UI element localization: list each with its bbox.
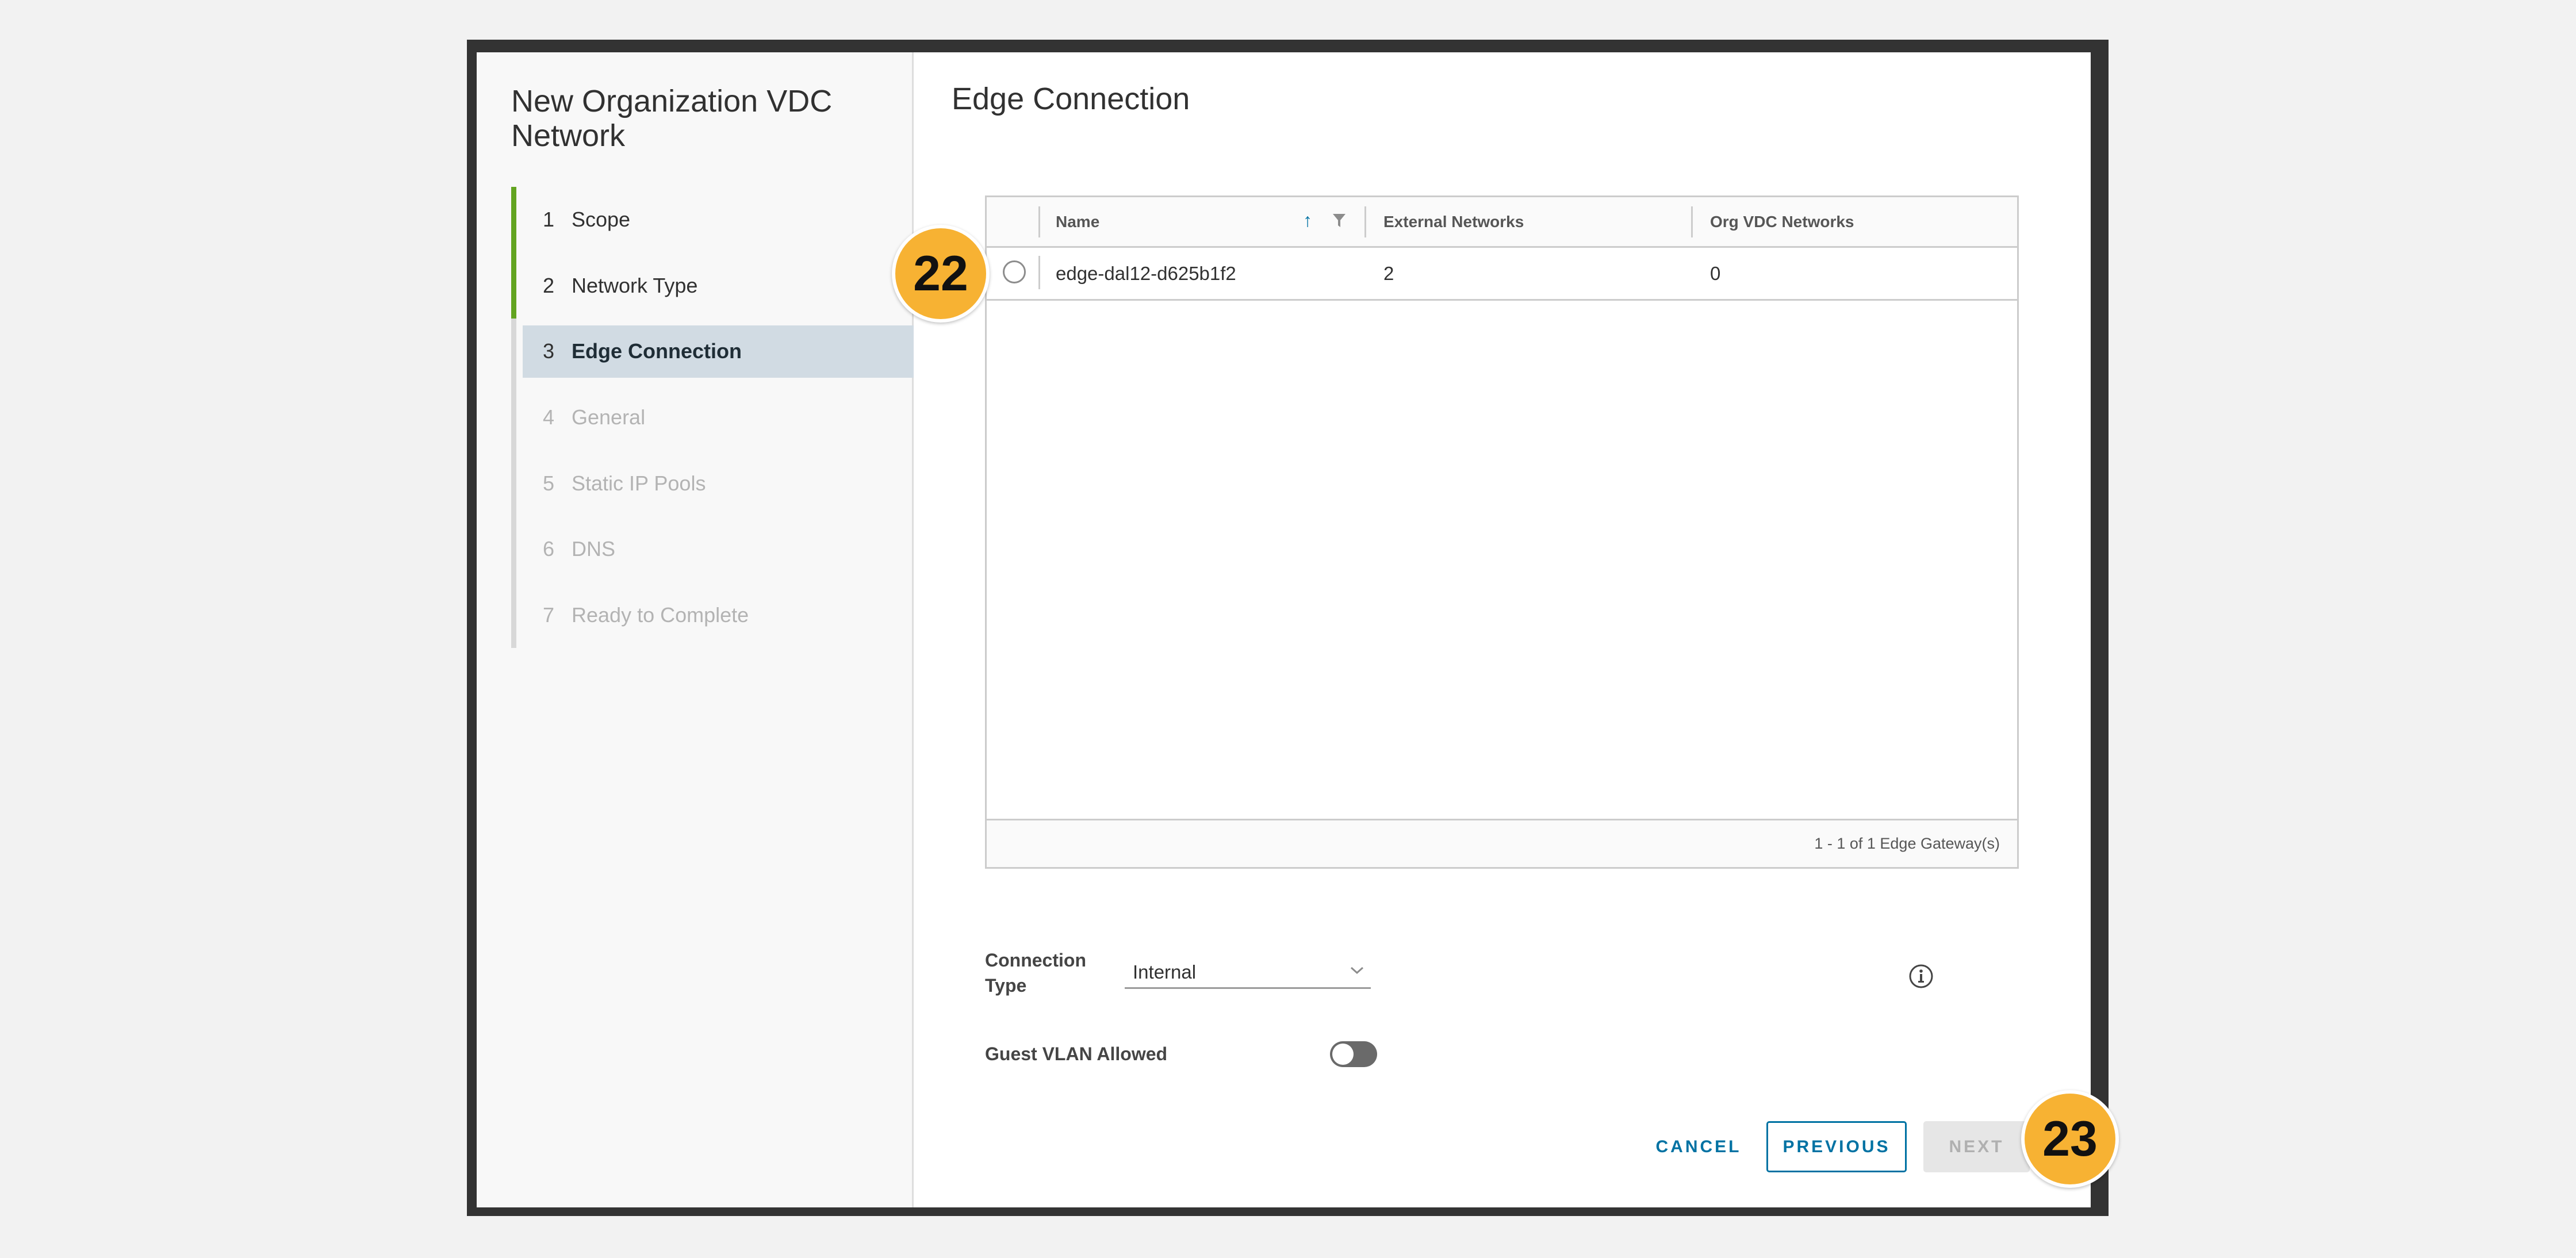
step-label: Edge Connection bbox=[572, 339, 742, 363]
step-progress-bar bbox=[511, 450, 516, 516]
step-number: 1 bbox=[543, 208, 555, 232]
step-number: 2 bbox=[543, 273, 555, 297]
datagrid-header: Name ↑ External Networks Org VDC Network… bbox=[987, 197, 2017, 248]
step-label: Ready to Complete bbox=[572, 603, 749, 627]
wizard-title: New Organization VDC Network bbox=[511, 84, 833, 153]
step-number: 4 bbox=[543, 405, 555, 429]
guest-vlan-label: Guest VLAN Allowed bbox=[985, 1044, 1168, 1064]
connection-type-value: Internal bbox=[1133, 961, 1197, 983]
edge-gateway-datagrid: Name ↑ External Networks Org VDC Network… bbox=[985, 195, 2019, 869]
cell-org-vdc-networks: 0 bbox=[1710, 262, 1721, 284]
info-icon[interactable] bbox=[1908, 963, 1934, 989]
step-progress-bar bbox=[511, 319, 516, 385]
table-row[interactable]: edge-dal12-d625b1f2 2 0 bbox=[987, 248, 2017, 301]
datagrid-footer: 1 - 1 of 1 Edge Gateway(s) bbox=[987, 819, 2017, 867]
step-general: 4 General bbox=[511, 384, 914, 451]
step-label: Static IP Pools bbox=[572, 471, 706, 495]
callout-badge-23: 23 bbox=[2021, 1090, 2119, 1188]
cell-name: edge-dal12-d625b1f2 bbox=[1056, 262, 1236, 284]
row-select-radio[interactable] bbox=[1003, 260, 1026, 283]
callout-badge-22: 22 bbox=[892, 225, 990, 323]
wizard-steps: 1 Scope 2 Network Type 3 Edge Connection… bbox=[511, 187, 914, 649]
step-progress-bar bbox=[511, 516, 516, 582]
step-number: 5 bbox=[543, 471, 555, 495]
column-header-external-networks[interactable]: External Networks bbox=[1383, 197, 1524, 246]
next-button[interactable]: NEXT bbox=[1923, 1121, 2030, 1172]
previous-button[interactable]: PREVIOUS bbox=[1766, 1121, 1907, 1172]
step-ready-to-complete: 7 Ready to Complete bbox=[511, 582, 914, 649]
connection-type-select[interactable]: Internal bbox=[1125, 957, 1371, 989]
connection-type-label-line2: Type bbox=[985, 975, 1027, 996]
column-header-org-vdc-networks[interactable]: Org VDC Networks bbox=[1710, 197, 1854, 246]
connection-type-label: Connection Type bbox=[985, 948, 1086, 998]
toggle-knob bbox=[1332, 1044, 1354, 1065]
step-dns: 6 DNS bbox=[511, 516, 914, 582]
step-static-ip-pools: 5 Static IP Pools bbox=[511, 450, 914, 516]
guest-vlan-toggle[interactable] bbox=[1330, 1041, 1377, 1067]
step-progress-bar bbox=[511, 187, 516, 253]
new-network-wizard-modal: New Organization VDC Network 1 Scope 2 N… bbox=[477, 52, 2091, 1207]
column-header-name[interactable]: Name bbox=[1056, 197, 1099, 246]
step-number: 3 bbox=[543, 339, 555, 363]
step-network-type[interactable]: 2 Network Type bbox=[511, 252, 914, 319]
page-title: Edge Connection bbox=[952, 82, 1190, 116]
column-separator bbox=[1038, 206, 1040, 237]
step-progress-bar bbox=[511, 384, 516, 451]
filter-icon[interactable] bbox=[1332, 212, 1347, 229]
cell-external-networks: 2 bbox=[1383, 262, 1394, 284]
sort-ascending-icon[interactable]: ↑ bbox=[1303, 210, 1312, 231]
step-edge-connection[interactable]: 3 Edge Connection bbox=[511, 319, 914, 385]
step-label: General bbox=[572, 405, 646, 429]
step-progress-bar bbox=[511, 252, 516, 319]
connection-type-label-line1: Connection bbox=[985, 950, 1086, 971]
step-scope[interactable]: 1 Scope bbox=[511, 187, 914, 253]
column-separator bbox=[1038, 256, 1040, 289]
step-progress-bar bbox=[511, 582, 516, 649]
cancel-button[interactable]: CANCEL bbox=[1644, 1121, 1753, 1172]
step-label: Network Type bbox=[572, 273, 698, 297]
step-label: Scope bbox=[572, 208, 631, 232]
column-separator bbox=[1691, 206, 1693, 237]
step-number: 6 bbox=[543, 537, 555, 561]
step-label: DNS bbox=[572, 537, 616, 561]
wizard-sidebar: New Organization VDC Network 1 Scope 2 N… bbox=[477, 52, 914, 1207]
column-separator bbox=[1364, 206, 1366, 237]
step-number: 7 bbox=[543, 603, 555, 627]
chevron-down-icon bbox=[1350, 966, 1364, 975]
pagination-summary: 1 - 1 of 1 Edge Gateway(s) bbox=[1814, 835, 2000, 852]
